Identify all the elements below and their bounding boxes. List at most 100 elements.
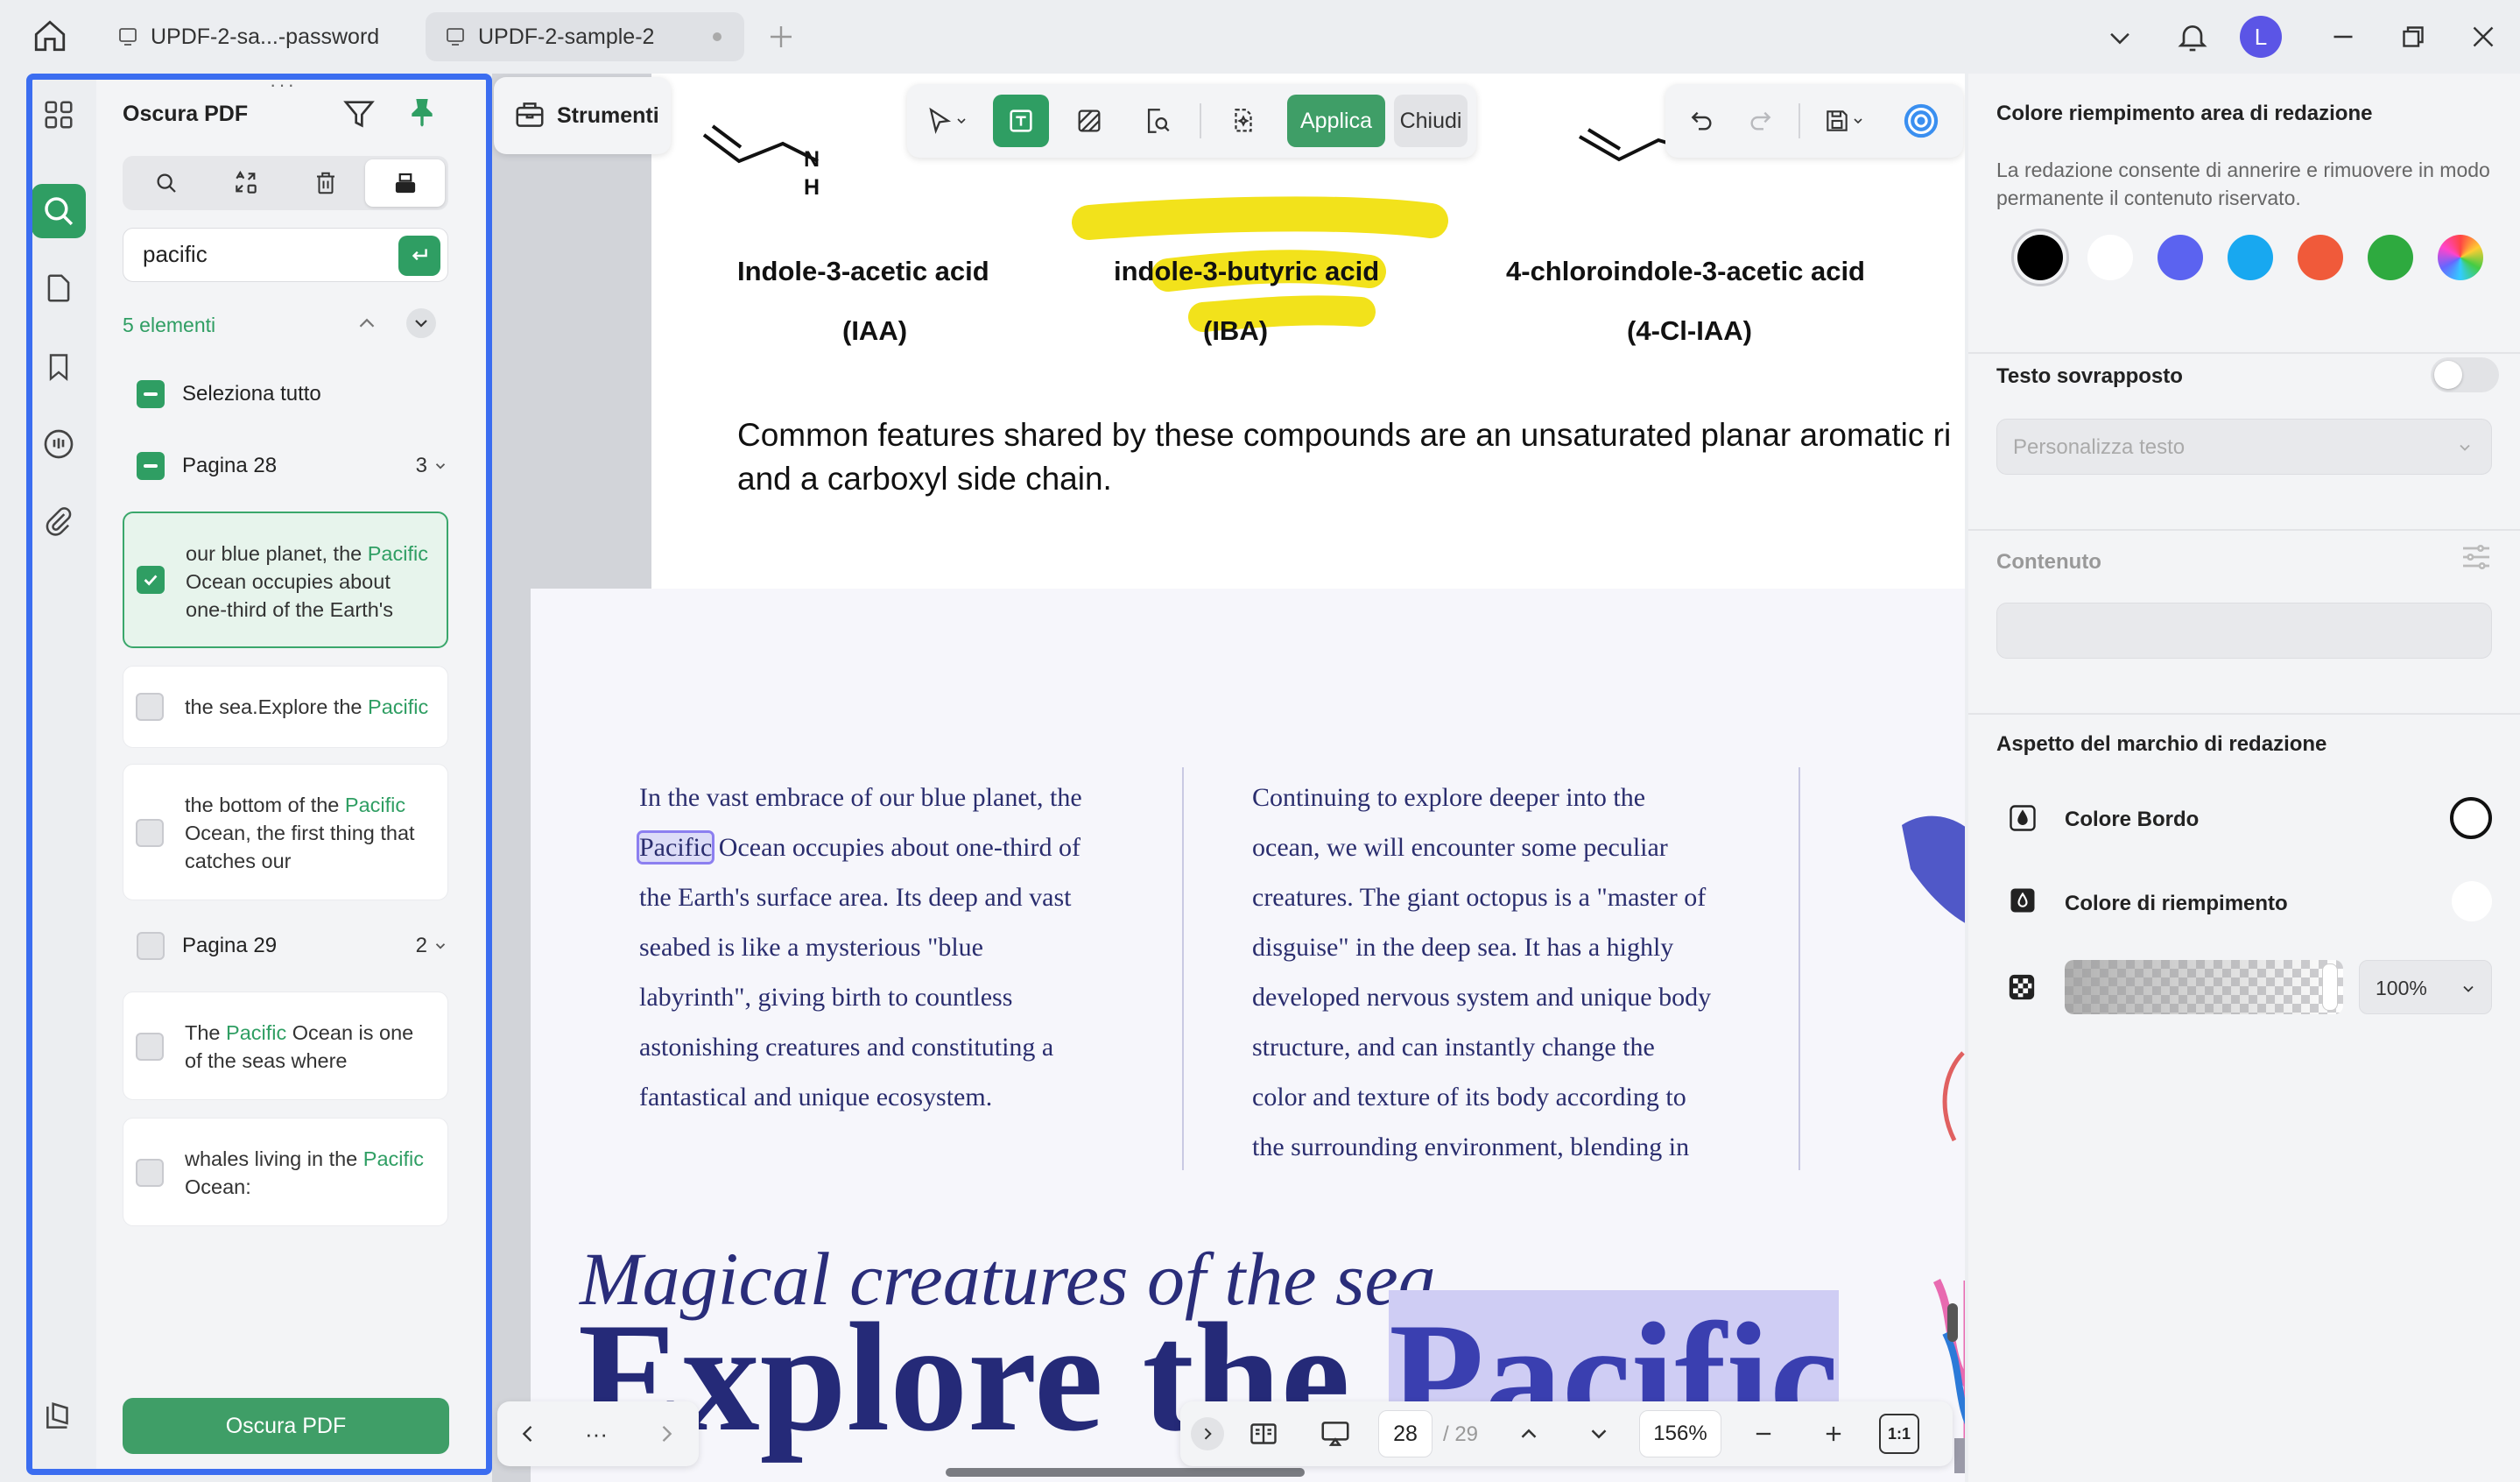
bookmark-icon[interactable] — [32, 340, 86, 394]
page-group-28[interactable]: Pagina 28 3 — [137, 452, 448, 480]
result-checkbox[interactable] — [136, 819, 164, 847]
next-result-chevron-down-icon[interactable] — [406, 308, 436, 338]
mark-area-redaction-button[interactable] — [1061, 95, 1117, 147]
bell-icon[interactable] — [2175, 19, 2210, 54]
fill-color-swatch[interactable] — [2452, 881, 2492, 921]
redact-pdf-button[interactable]: Oscura PDF — [123, 1398, 449, 1454]
save-button[interactable] — [1809, 96, 1879, 145]
expand-chevron-right-icon[interactable] — [1191, 1417, 1224, 1450]
swatch-indigo[interactable] — [2157, 235, 2203, 280]
opacity-slider-handle[interactable] — [2322, 963, 2338, 1011]
select-pointer-button[interactable] — [916, 96, 977, 145]
content-settings-sliders-icon[interactable] — [2459, 540, 2494, 575]
result-item-2[interactable]: the sea.Explore the Pacific — [123, 666, 448, 748]
next-page-chevron-down-icon[interactable] — [1573, 1408, 1625, 1459]
zoom-level-input[interactable]: 156% — [1639, 1410, 1721, 1457]
filter-icon[interactable] — [341, 96, 377, 131]
swatch-orange-red[interactable] — [2298, 235, 2343, 280]
previous-result-chevron-up-icon[interactable] — [354, 310, 380, 336]
swatch-black[interactable] — [2011, 229, 2069, 286]
close-redaction-button[interactable]: Chiudi — [1394, 95, 1468, 147]
previous-chevron-left-icon[interactable] — [503, 1408, 553, 1459]
page-total: / 29 — [1443, 1422, 1479, 1446]
mark-text-redaction-button[interactable] — [993, 95, 1049, 147]
result-checkbox[interactable] — [136, 1033, 164, 1061]
result-item-3[interactable]: the bottom of the Pacific Ocean, the fir… — [123, 764, 448, 900]
text-line: ocean, we will encounter some peculiar — [1252, 833, 1668, 862]
save-icon — [1827, 110, 1848, 131]
comments-icon[interactable] — [32, 417, 86, 471]
search-replace-icon[interactable] — [206, 159, 285, 207]
zoom-out-minus-icon[interactable] — [1737, 1408, 1790, 1459]
page-29-checkbox[interactable] — [137, 932, 165, 960]
tab-password-file[interactable]: UPDF-2-sa...-password — [98, 12, 422, 61]
apply-button[interactable]: Applica — [1287, 95, 1385, 147]
section-divider — [1968, 352, 2520, 354]
search-redact-icon[interactable] — [32, 184, 86, 238]
result-checkbox[interactable] — [136, 693, 164, 721]
more-options-button[interactable]: ··· — [571, 1408, 622, 1459]
result-item-5[interactable]: whales living in the Pacific Ocean: — [123, 1118, 448, 1226]
new-tab-plus-icon[interactable] — [765, 21, 797, 53]
search-enter-button[interactable] — [398, 236, 440, 276]
layers-book-icon[interactable] — [32, 1389, 86, 1443]
page-layout-icon[interactable] — [1236, 1408, 1291, 1459]
restore-window-icon[interactable] — [2397, 21, 2429, 53]
document-viewport[interactable]: N H Indole-3-acetic acid (IAA) indole-3-… — [492, 74, 1965, 1482]
result-item-4[interactable]: The Pacific Ocean is one of the seas whe… — [123, 992, 448, 1100]
search-hit-box[interactable]: Pacific — [636, 830, 715, 864]
pages-icon[interactable] — [32, 261, 86, 315]
redo-icon[interactable] — [1735, 96, 1784, 145]
text-line: labyrinth", giving birth to countless — [639, 983, 1013, 1012]
result-checkbox[interactable] — [136, 1159, 164, 1187]
column-divider — [1798, 767, 1800, 1170]
page-group-29[interactable]: Pagina 29 2 — [137, 932, 448, 960]
vertical-scrollbar-thumb[interactable] — [1947, 1303, 1958, 1342]
search-text-icon[interactable] — [126, 159, 206, 207]
panel-drag-handle[interactable]: ··· — [270, 74, 297, 96]
redact-pages-icon[interactable] — [365, 159, 445, 207]
swatch-sky-blue[interactable] — [2228, 235, 2273, 280]
previous-page-chevron-up-icon[interactable] — [1503, 1408, 1555, 1459]
presentation-icon[interactable] — [1308, 1408, 1362, 1459]
pin-icon[interactable] — [405, 95, 440, 130]
horizontal-scrollbar-thumb[interactable] — [946, 1468, 1305, 1477]
border-color-swatch[interactable] — [2450, 797, 2492, 839]
select-all-checkbox[interactable] — [137, 380, 165, 408]
tools-button[interactable]: Strumenti — [494, 77, 671, 154]
opacity-select[interactable]: 100% — [2359, 960, 2492, 1014]
actual-size-button[interactable]: 1:1 — [1879, 1414, 1919, 1454]
result-item-1[interactable]: our blue planet, the Pacific Ocean occup… — [123, 512, 448, 648]
select-all-row[interactable]: Seleziona tutto — [137, 380, 321, 408]
search-redact-button[interactable] — [1130, 95, 1186, 147]
text-line: the Earth's surface area. Its deep and v… — [639, 883, 1072, 912]
redact-pages-button[interactable] — [1215, 95, 1271, 147]
attachment-icon[interactable] — [32, 494, 86, 548]
result-checkbox[interactable] — [137, 566, 165, 594]
home-icon[interactable] — [32, 18, 68, 54]
content-field[interactable] — [1996, 603, 2492, 659]
ai-assistant-button[interactable] — [1897, 96, 1946, 145]
swatch-custom-color[interactable] — [2438, 235, 2483, 280]
swatch-green[interactable] — [2368, 235, 2413, 280]
page-number-input[interactable]: 28 — [1378, 1410, 1432, 1457]
opacity-value: 100% — [2376, 977, 2427, 999]
swatch-white[interactable] — [2087, 235, 2133, 280]
trash-icon[interactable] — [285, 159, 365, 207]
next-chevron-right-icon[interactable] — [641, 1408, 692, 1459]
search-input[interactable] — [143, 241, 370, 268]
user-avatar[interactable]: L — [2240, 16, 2282, 58]
opacity-slider[interactable] — [2065, 960, 2343, 1014]
close-window-icon[interactable] — [2467, 21, 2499, 53]
zoom-in-plus-icon[interactable] — [1807, 1408, 1860, 1459]
minimize-icon[interactable] — [2327, 21, 2359, 53]
undo-icon[interactable] — [1678, 96, 1727, 145]
text-column-1: In the vast embrace of our blue planet, … — [636, 773, 1165, 1122]
tab-sample-2[interactable]: UPDF-2-sample-2 — [426, 12, 744, 61]
overlay-text-toggle[interactable] — [2431, 357, 2499, 392]
tab-list-chevron-down-icon[interactable] — [2105, 23, 2135, 53]
thumbnails-grid-icon[interactable] — [32, 88, 86, 142]
overlay-text-select[interactable]: Personalizza testo — [1996, 419, 2492, 475]
chem-name-1: Indole-3-acetic acid — [737, 256, 989, 286]
page-28-checkbox[interactable] — [137, 452, 165, 480]
